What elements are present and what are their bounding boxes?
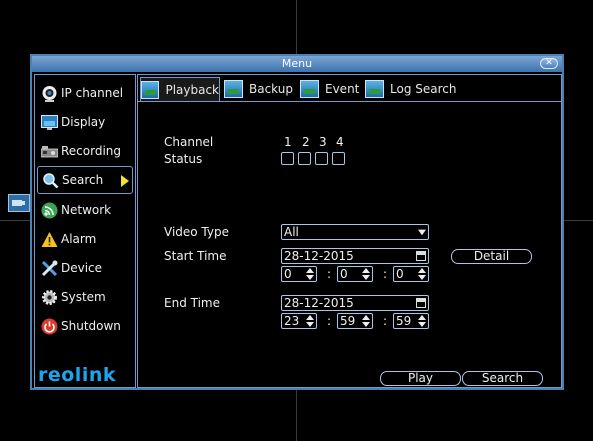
tools-icon xyxy=(41,260,58,276)
sidebar-item-label: Search xyxy=(62,173,104,187)
start-second-value: 0 xyxy=(396,267,404,281)
window-title: Menu xyxy=(281,57,313,70)
tabs-divider xyxy=(138,101,561,102)
sidebar-item-label: Network xyxy=(61,203,112,217)
channel-2-checkbox[interactable] xyxy=(298,152,311,165)
channel-1-checkbox[interactable] xyxy=(281,152,294,165)
camera-tile-icon xyxy=(8,194,30,212)
time-separator: : xyxy=(327,314,332,328)
menu-window: Menu ✕ IP channel Display Recording Sear… xyxy=(30,54,564,390)
sidebar-item-alarm[interactable]: Alarm xyxy=(37,225,133,253)
channel-number: 2 xyxy=(302,135,310,149)
end-hour-value: 23 xyxy=(284,314,300,328)
spinner-icon[interactable] xyxy=(362,268,370,280)
content-panel: Playback Backup Event Log Search Channel… xyxy=(137,74,562,388)
close-button[interactable]: ✕ xyxy=(540,58,558,69)
sidebar-item-device[interactable]: Device xyxy=(37,254,133,282)
close-icon: ✕ xyxy=(545,58,553,68)
sidebar-item-shutdown[interactable]: Shutdown xyxy=(37,312,133,340)
calendar-icon[interactable] xyxy=(416,298,426,308)
spinner-icon[interactable] xyxy=(362,315,370,327)
channel-4-checkbox[interactable] xyxy=(332,152,345,165)
tab-label: Playback xyxy=(165,82,219,97)
recorder-icon xyxy=(41,145,58,157)
channel-number: 3 xyxy=(319,135,327,149)
log-search-tab-icon xyxy=(365,80,384,98)
sidebar-item-label: Recording xyxy=(61,144,122,158)
time-separator: : xyxy=(327,267,332,281)
sidebar-item-label: System xyxy=(61,290,106,304)
end-hour-stepper[interactable]: 23 xyxy=(281,313,317,329)
start-hour-value: 0 xyxy=(284,267,292,281)
tab-backup[interactable]: Backup xyxy=(224,77,293,101)
play-button[interactable]: Play xyxy=(380,371,461,386)
playback-tab-icon xyxy=(141,80,160,99)
calendar-icon[interactable] xyxy=(416,251,426,261)
tab-label: Backup xyxy=(249,82,293,96)
sidebar-item-label: Shutdown xyxy=(61,319,121,333)
video-type-select[interactable]: All xyxy=(281,224,429,240)
spinner-icon[interactable] xyxy=(418,268,426,280)
sidebar-item-system[interactable]: System xyxy=(37,283,133,311)
spinner-icon[interactable] xyxy=(306,268,314,280)
end-date-field[interactable]: 28-12-2015 xyxy=(281,295,429,311)
detail-button[interactable]: Detail xyxy=(451,249,532,264)
event-tab-icon xyxy=(300,80,319,98)
end-minute-stepper[interactable]: 59 xyxy=(337,313,373,329)
video-type-label: Video Type xyxy=(164,225,229,239)
warning-icon xyxy=(41,231,58,247)
spinner-icon[interactable] xyxy=(306,315,314,327)
tab-log-search[interactable]: Log Search xyxy=(365,77,456,101)
end-minute-value: 59 xyxy=(340,314,356,328)
spinner-icon[interactable] xyxy=(418,315,426,327)
start-hour-stepper[interactable]: 0 xyxy=(281,266,317,282)
chevron-down-icon xyxy=(418,229,426,236)
search-icon xyxy=(43,172,59,188)
backup-tab-icon xyxy=(224,80,243,98)
reolink-logo: reolink xyxy=(38,364,116,386)
start-date-value: 28-12-2015 xyxy=(284,249,354,263)
monitor-icon xyxy=(41,114,58,130)
sidebar-item-ip-channel[interactable]: IP channel xyxy=(37,79,133,107)
search-button[interactable]: Search xyxy=(462,371,543,386)
start-minute-value: 0 xyxy=(340,267,348,281)
end-second-value: 59 xyxy=(396,314,412,328)
tab-playback[interactable]: Playback xyxy=(140,77,220,101)
time-separator: : xyxy=(383,314,388,328)
tab-label: Event xyxy=(325,82,360,96)
sidebar-item-network[interactable]: Network xyxy=(37,196,133,224)
sidebar-item-label: Display xyxy=(61,115,106,129)
channel-3-checkbox[interactable] xyxy=(315,152,328,165)
tab-event[interactable]: Event xyxy=(300,77,359,101)
channel-label: Channel xyxy=(164,135,214,149)
end-second-stepper[interactable]: 59 xyxy=(393,313,429,329)
status-label: Status xyxy=(164,152,203,166)
network-icon xyxy=(41,202,58,218)
time-separator: : xyxy=(383,267,388,281)
power-icon xyxy=(41,318,58,334)
sidebar-item-label: Device xyxy=(61,261,103,275)
camera-icon xyxy=(42,85,57,102)
sidebar-item-search[interactable]: Search xyxy=(37,166,133,194)
sidebar-item-label: IP channel xyxy=(61,86,124,100)
video-type-value: All xyxy=(284,225,299,239)
sidebar: IP channel Display Recording Search Netw… xyxy=(34,74,136,388)
sidebar-item-label: Alarm xyxy=(61,232,97,246)
start-second-stepper[interactable]: 0 xyxy=(393,266,429,282)
title-bar: Menu ✕ xyxy=(32,56,562,72)
tab-label: Log Search xyxy=(390,82,457,96)
end-date-value: 28-12-2015 xyxy=(284,296,354,310)
channel-number: 4 xyxy=(336,135,344,149)
sidebar-item-recording[interactable]: Recording xyxy=(37,137,133,165)
end-time-label: End Time xyxy=(164,296,220,310)
gear-icon xyxy=(42,289,57,305)
active-arrow-icon xyxy=(121,175,129,187)
start-time-label: Start Time xyxy=(164,249,227,263)
channel-number: 1 xyxy=(284,135,292,149)
start-date-field[interactable]: 28-12-2015 xyxy=(281,248,429,264)
sidebar-item-display[interactable]: Display xyxy=(37,108,133,136)
start-minute-stepper[interactable]: 0 xyxy=(337,266,373,282)
